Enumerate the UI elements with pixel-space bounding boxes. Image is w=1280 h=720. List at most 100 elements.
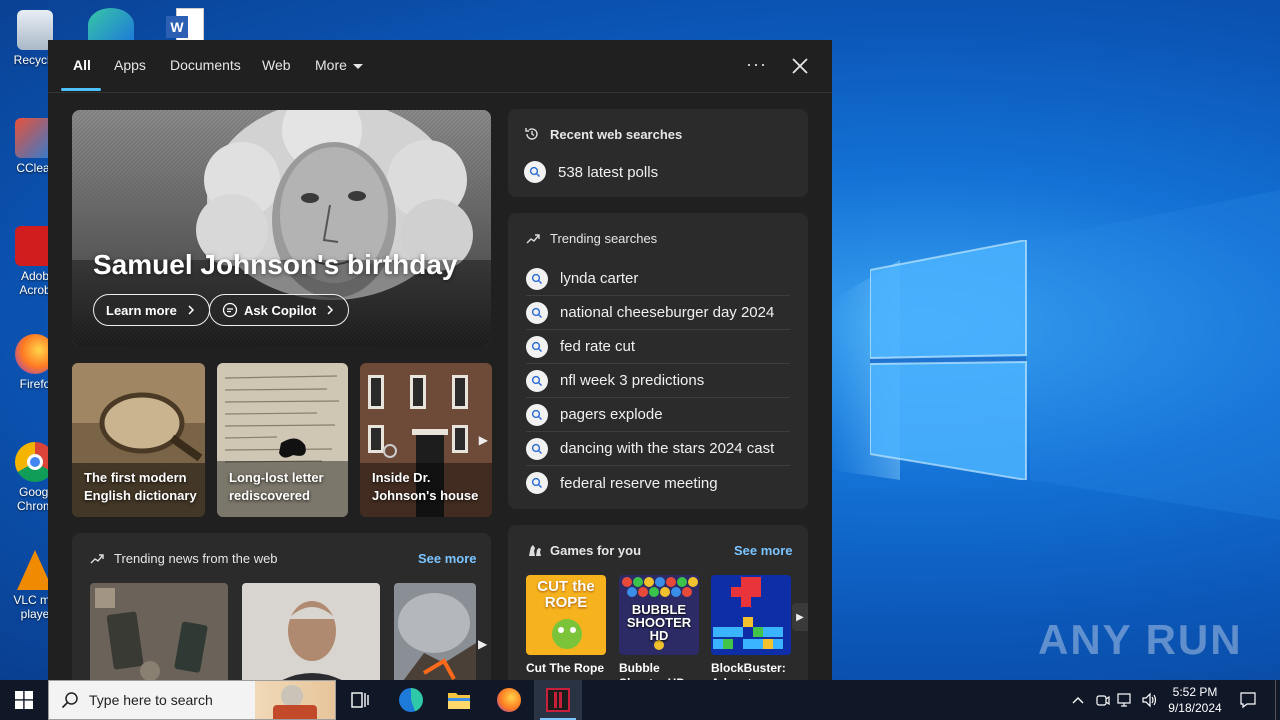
cut-the-rope-image: CUT the ROPE xyxy=(526,575,606,655)
taskbar-search-input[interactable]: Type here to search xyxy=(48,680,336,720)
trending-arrow-icon xyxy=(526,233,540,243)
taskbar-firefox-button[interactable] xyxy=(485,680,533,720)
trending-search-item[interactable]: pagers explode xyxy=(526,398,790,432)
trending-search-text: lynda carter xyxy=(560,270,639,287)
search-icon xyxy=(526,335,548,358)
tab-more-label: More xyxy=(315,57,347,73)
action-center-button[interactable] xyxy=(1238,690,1258,710)
news-see-more-link[interactable]: See more xyxy=(418,551,477,566)
game-name: Bubble Shooter HD xyxy=(619,661,685,680)
tray-volume-button[interactable] xyxy=(1140,690,1160,710)
sub-card-caption: The first modern English dictionary xyxy=(84,470,197,503)
trending-search-text: federal reserve meeting xyxy=(560,474,718,492)
taskbar-open-app-button[interactable] xyxy=(534,680,582,720)
trending-search-text: fed rate cut xyxy=(560,338,636,355)
desktop-icon-label: Firefo xyxy=(19,377,51,391)
chevron-up-icon xyxy=(1072,697,1084,704)
news-thumbnail[interactable] xyxy=(242,583,380,680)
chevron-right-icon xyxy=(327,305,334,315)
learn-more-button[interactable]: Learn more xyxy=(93,294,210,326)
tab-web[interactable]: Web xyxy=(262,57,291,73)
close-icon[interactable] xyxy=(788,54,812,78)
edge-desktop-icon[interactable] xyxy=(88,8,134,42)
task-view-icon xyxy=(351,692,369,708)
carousel-next-icon[interactable]: ▶ xyxy=(479,433,488,447)
trending-search-item[interactable]: lynda carter xyxy=(526,262,790,296)
more-options-button[interactable]: ··· xyxy=(746,54,767,75)
search-icon xyxy=(526,437,548,460)
meet-now-icon xyxy=(1096,695,1110,706)
chat-bubble-icon xyxy=(222,302,238,318)
games-see-more-link[interactable]: See more xyxy=(734,543,793,558)
sub-card-caption: Inside Dr. Johnson's house xyxy=(372,470,479,503)
recent-searches-title: Recent web searches xyxy=(550,126,683,142)
taskbar-file-explorer-button[interactable] xyxy=(435,680,483,720)
volume-icon xyxy=(1142,692,1157,708)
trending-search-text: dancing with the stars 2024 cast xyxy=(560,440,775,457)
trending-news-section: Trending news from the web See more ▶ xyxy=(72,533,491,680)
anyrun-watermark: ANY RUN xyxy=(1038,606,1241,676)
news-thumbnail[interactable] xyxy=(90,583,228,680)
news-thumbnail[interactable] xyxy=(394,583,476,680)
game-art-text: CUT the ROPE xyxy=(537,578,595,611)
recent-search-item[interactable]: 538 latest polls xyxy=(524,155,788,189)
search-highlight-image xyxy=(255,681,335,719)
search-icon xyxy=(526,369,548,392)
search-placeholder: Type here to search xyxy=(89,692,213,708)
trending-search-item[interactable]: fed rate cut xyxy=(526,330,790,364)
edge-icon xyxy=(399,688,423,712)
trending-search-item[interactable]: national cheeseburger day 2024 xyxy=(526,296,790,330)
game-tile-bubble-shooter[interactable]: BUBBLE SHOOTER HD Bubble Shooter HD xyxy=(619,575,699,680)
sub-card-dictionary[interactable]: The first modern English dictionary xyxy=(72,363,205,517)
game-art-text: BUBBLE SHOOTER HD xyxy=(626,602,692,643)
trending-search-item[interactable]: federal reserve meeting xyxy=(526,466,790,500)
tab-documents[interactable]: Documents xyxy=(170,57,241,73)
trending-search-item[interactable]: dancing with the stars 2024 cast xyxy=(526,432,790,466)
trending-searches-title: Trending searches xyxy=(550,231,658,246)
show-hidden-icons-button[interactable] xyxy=(1068,690,1088,710)
ask-copilot-label: Ask Copilot xyxy=(244,302,317,318)
bubble-shooter-image: BUBBLE SHOOTER HD xyxy=(619,575,699,655)
game-name: Cut The Rope xyxy=(526,661,604,675)
tab-apps[interactable]: Apps xyxy=(114,57,146,73)
games-panel: Games for you See more CUT the ROPE Cut … xyxy=(508,525,808,680)
sub-card-letter[interactable]: Long-lost letter rediscovered xyxy=(217,363,348,517)
windows-logo-wallpaper xyxy=(870,240,1027,480)
carousel-next-icon[interactable]: ▶ xyxy=(478,637,487,651)
trending-searches-panel: Trending searches lynda carter national … xyxy=(508,213,808,509)
carousel-next-button[interactable]: ▶ xyxy=(792,603,808,631)
game-tile-cut-the-rope[interactable]: CUT the ROPE Cut The Rope xyxy=(526,575,606,676)
games-title: Games for you xyxy=(550,542,642,558)
search-icon xyxy=(526,403,548,426)
tab-all[interactable]: All xyxy=(73,57,91,73)
trending-search-text: national cheeseburger day 2024 xyxy=(560,304,775,321)
start-button[interactable] xyxy=(0,680,48,720)
tray-network-button[interactable] xyxy=(1116,690,1136,710)
clock-date: 9/18/2024 xyxy=(1168,701,1222,715)
folder-icon xyxy=(448,693,470,709)
search-icon xyxy=(526,267,548,290)
trending-news-header: Trending news from the web xyxy=(90,551,278,566)
ask-copilot-button[interactable]: Ask Copilot xyxy=(209,294,350,326)
firefox-icon xyxy=(497,688,521,712)
sub-card-caption: Long-lost letter rediscovered xyxy=(229,470,324,503)
history-icon xyxy=(525,128,538,140)
notification-icon xyxy=(1240,692,1256,709)
taskbar-clock[interactable]: 5:52 PM 9/18/2024 xyxy=(1160,684,1230,716)
game-tile-blockbuster[interactable]: BlockBuster: Adventure xyxy=(711,575,791,680)
trending-news-title: Trending news from the web xyxy=(114,551,278,566)
taskbar-edge-button[interactable] xyxy=(387,680,435,720)
tray-teams-button[interactable] xyxy=(1093,690,1113,710)
blockbuster-image xyxy=(711,575,791,655)
word-desktop-icon[interactable]: W xyxy=(166,8,206,42)
task-view-button[interactable] xyxy=(336,680,384,720)
show-desktop-button[interactable] xyxy=(1275,680,1280,720)
trending-search-item[interactable]: nfl week 3 predictions xyxy=(526,364,790,398)
trending-search-text: pagers explode xyxy=(560,406,663,423)
search-flyout: All Apps Documents Web More ··· Samuel J… xyxy=(48,40,832,680)
hero-card[interactable]: Samuel Johnson's birthday Learn more Ask… xyxy=(72,110,491,346)
tab-more[interactable]: More xyxy=(315,57,363,73)
pager-debris-image xyxy=(90,583,228,680)
windows-start-icon xyxy=(15,691,33,709)
sub-card-house[interactable]: Inside Dr. Johnson's house ▶ xyxy=(360,363,492,517)
